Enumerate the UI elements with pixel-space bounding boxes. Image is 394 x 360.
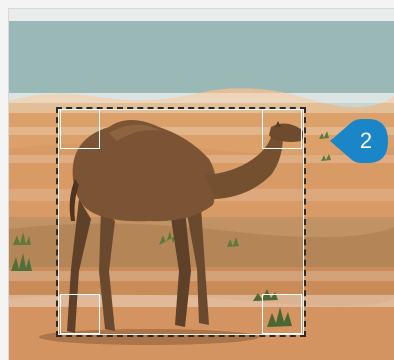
- crop-handle-top-right[interactable]: [262, 109, 302, 149]
- step-number-label: 2: [359, 128, 373, 153]
- crop-handle-bottom-right[interactable]: [262, 294, 302, 334]
- step-callout-badge: 2: [322, 116, 392, 166]
- crop-handle-bottom-left[interactable]: [60, 294, 100, 334]
- image-editor-canvas: 2: [0, 0, 394, 360]
- crop-handle-top-left[interactable]: [60, 109, 100, 149]
